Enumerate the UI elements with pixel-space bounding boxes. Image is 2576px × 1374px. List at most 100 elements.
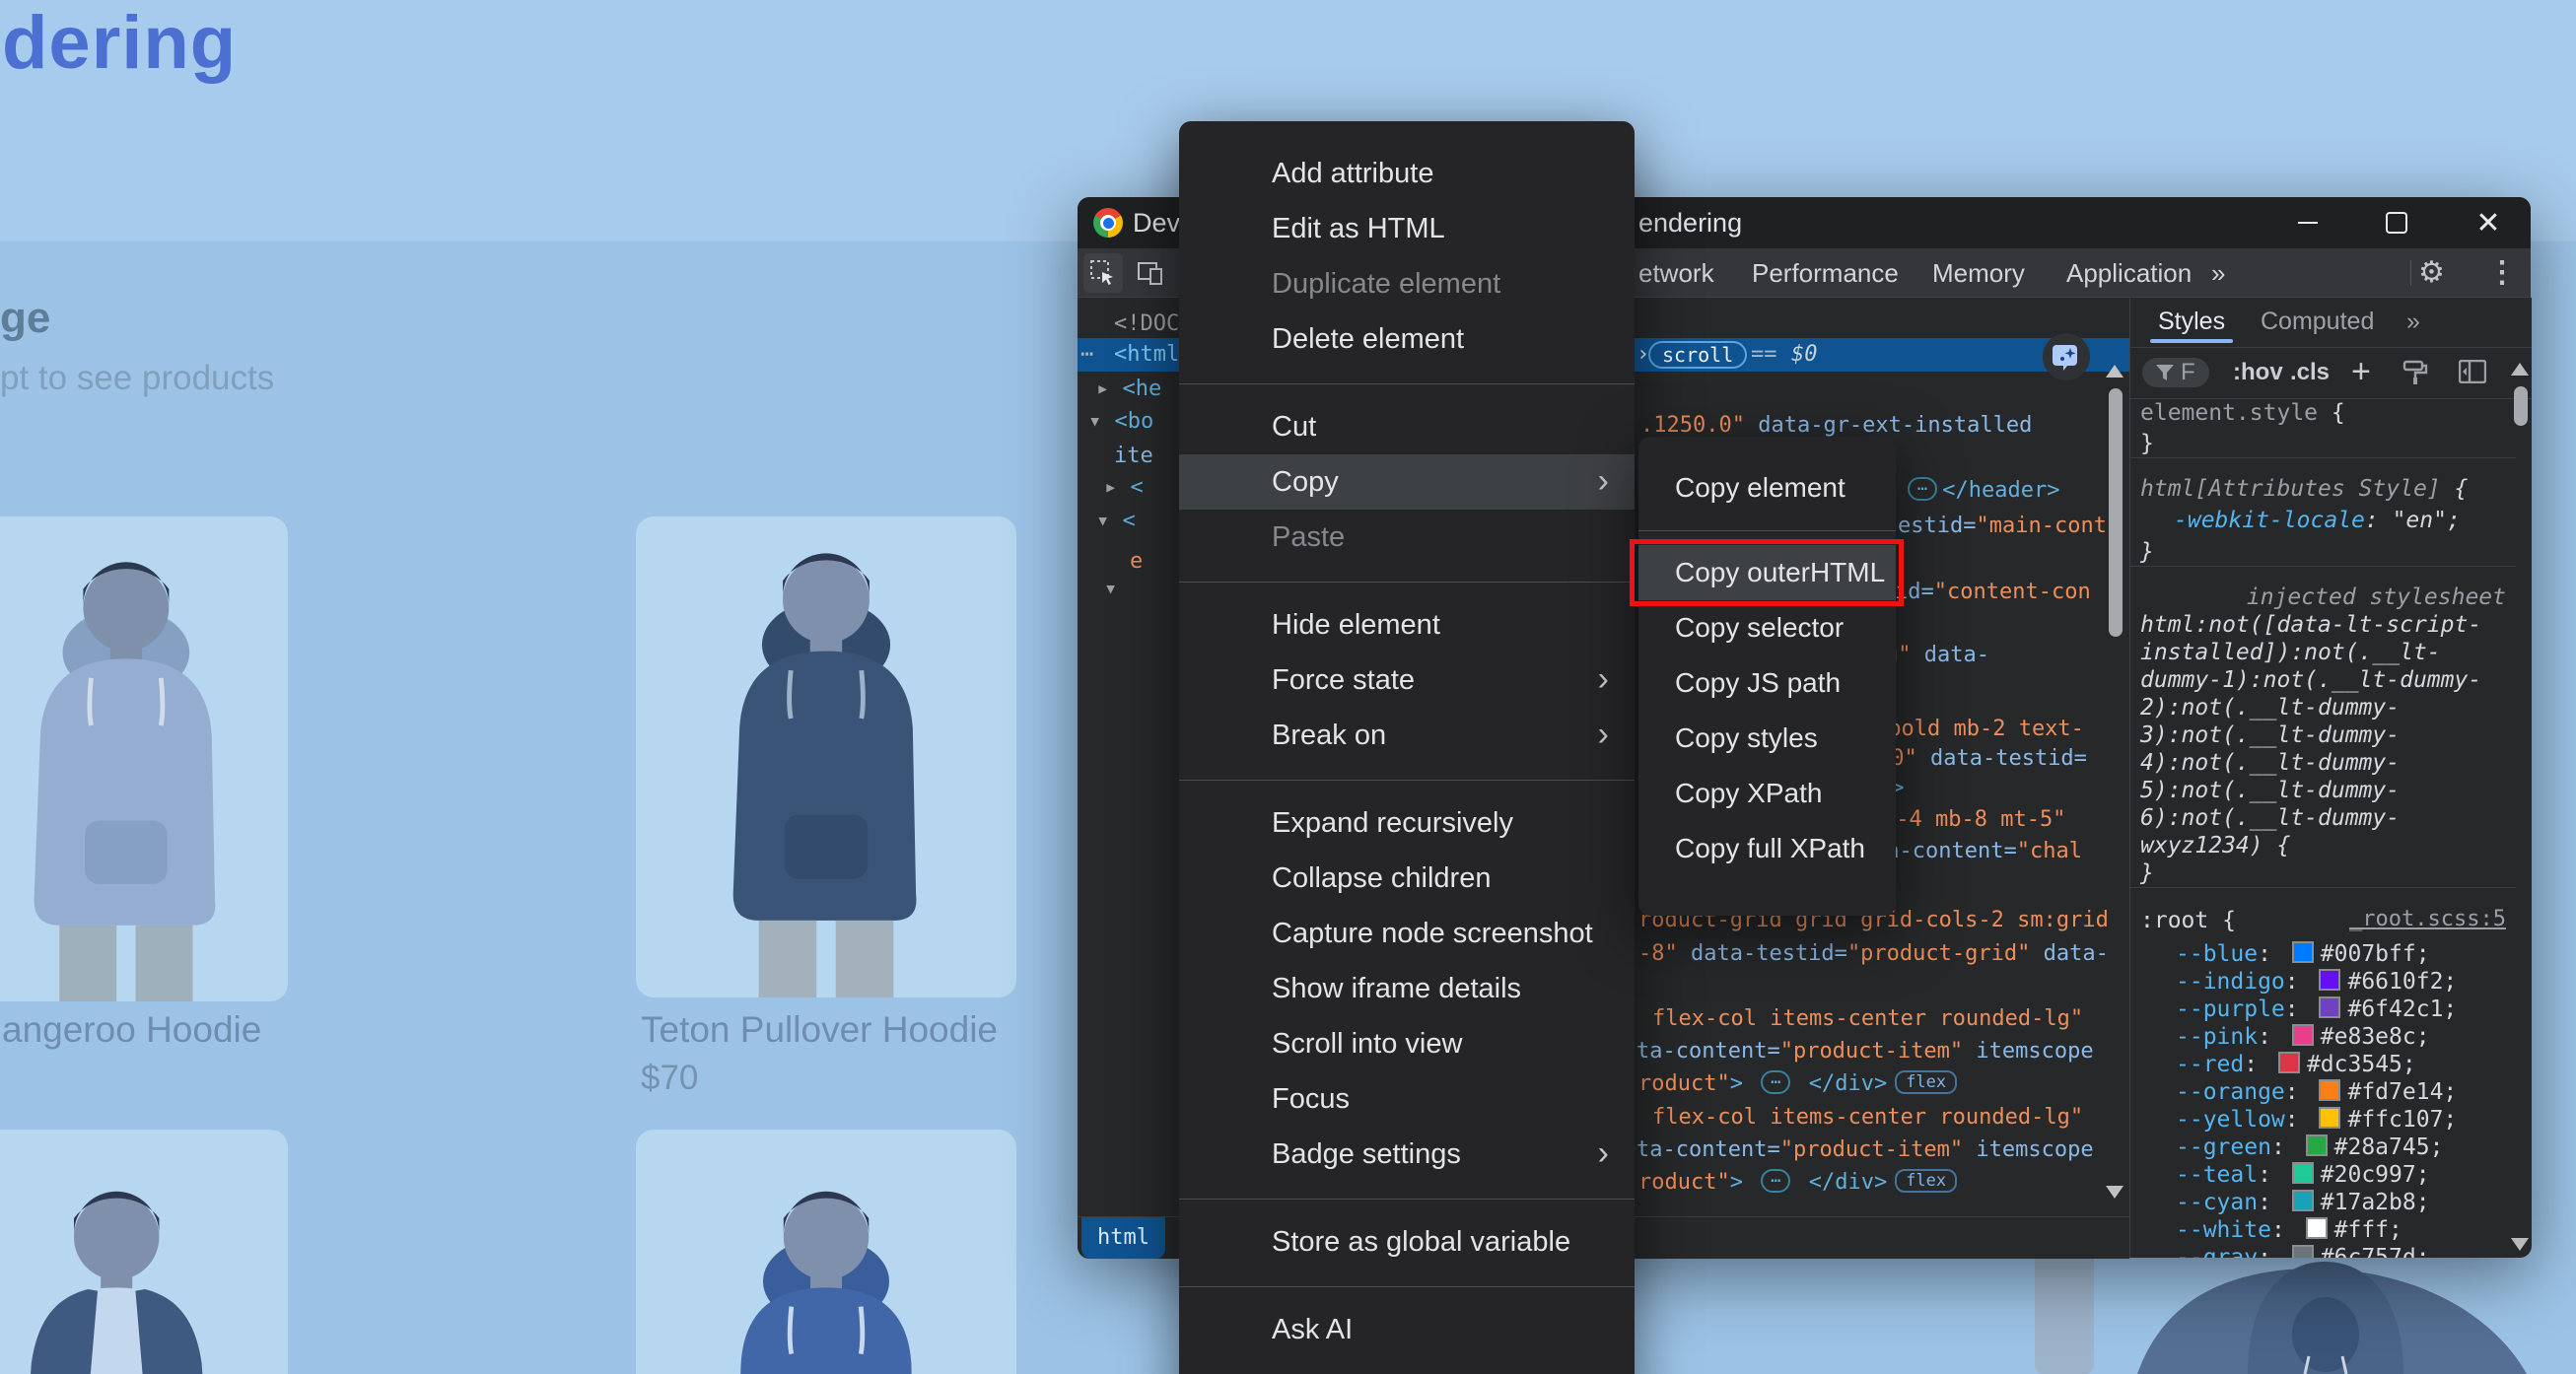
menu-item-delete-element[interactable]: Delete element xyxy=(1179,311,1635,367)
css-variable-line: --purple: #6f42c1; xyxy=(2176,996,2457,1023)
menu-item-scroll-into-view[interactable]: Scroll into view xyxy=(1179,1016,1635,1071)
tab-styles[interactable]: Styles xyxy=(2158,298,2225,345)
color-swatch[interactable] xyxy=(2306,1217,2328,1239)
section-separator xyxy=(2130,566,2516,567)
flex-badge[interactable]: flex xyxy=(1895,1070,1957,1094)
settings-gear-icon[interactable]: ⚙ xyxy=(2418,248,2445,298)
color-swatch[interactable] xyxy=(2319,969,2340,991)
element-classes-button[interactable]: .cls xyxy=(2290,347,2330,398)
product-price: $70 xyxy=(641,1059,698,1098)
menu-item-label: Break on xyxy=(1272,720,1386,751)
scrollbar-thumb[interactable] xyxy=(2109,388,2123,637)
inspect-icon[interactable] xyxy=(1083,253,1123,293)
color-swatch[interactable] xyxy=(2319,1079,2340,1101)
minimize-button[interactable] xyxy=(2288,203,2328,242)
menu-item-collapse-children[interactable]: Collapse children xyxy=(1179,851,1635,906)
menu-item-copy-full-xpath[interactable]: Copy full XPath xyxy=(1638,821,1896,876)
tab-etwork[interactable]: etwork xyxy=(1638,248,1714,298)
product-card[interactable] xyxy=(0,516,288,1001)
menu-item-copy-element[interactable]: Copy element xyxy=(1638,460,1896,515)
window-title-fragment-right: endering xyxy=(1638,197,1742,248)
product-card[interactable] xyxy=(636,516,1016,997)
maximize-button[interactable] xyxy=(2377,203,2416,242)
more-options-icon[interactable]: ⋮ xyxy=(2487,248,2517,298)
menu-item-paste[interactable]: Paste xyxy=(1179,510,1635,565)
code-line: 10" data-testid= xyxy=(1878,742,2087,775)
menu-item-cut[interactable]: Cut xyxy=(1179,399,1635,454)
menu-item-label: Badge settings xyxy=(1272,1138,1461,1170)
menu-item-expand-recursively[interactable]: Expand recursively xyxy=(1179,795,1635,851)
menu-item-focus[interactable]: Focus xyxy=(1179,1071,1635,1127)
menu-item-edit-as-html[interactable]: Edit as HTML xyxy=(1179,201,1635,256)
menu-separator xyxy=(1179,1270,1635,1302)
css-variable-line: --cyan: #17a2b8; xyxy=(2176,1189,2430,1216)
color-swatch[interactable] xyxy=(2306,1134,2328,1156)
menu-item-duplicate-element[interactable]: Duplicate element xyxy=(1179,256,1635,311)
menu-item-label: Duplicate element xyxy=(1272,268,1500,300)
tab-performance[interactable]: Performance xyxy=(1752,248,1899,298)
menu-item-copy-xpath[interactable]: Copy XPath xyxy=(1638,766,1896,821)
color-swatch[interactable] xyxy=(2292,1162,2314,1184)
product-name[interactable]: Teton Pullover Hoodie xyxy=(641,1009,998,1051)
scrollbar-down-arrow[interactable] xyxy=(2511,1238,2529,1251)
tab--[interactable]: » xyxy=(2211,248,2225,298)
scrollbar-down-arrow[interactable] xyxy=(2106,1186,2123,1199)
product-card[interactable] xyxy=(636,1130,1016,1374)
tab--[interactable]: » xyxy=(2406,298,2420,345)
menu-item-add-attribute[interactable]: Add attribute xyxy=(1179,146,1635,201)
menu-item-copy-js-path[interactable]: Copy JS path xyxy=(1638,655,1896,711)
menu-item-force-state[interactable]: Force state› xyxy=(1179,653,1635,708)
product-name[interactable]: angeroo Hoodie xyxy=(2,1009,261,1051)
menu-item-badge-settings[interactable]: Badge settings› xyxy=(1179,1127,1635,1182)
scrollbar-up-arrow[interactable] xyxy=(2511,363,2529,376)
style-rule-line: installed]):not(.__lt- xyxy=(2140,639,2441,666)
product-image-gray-hoodie xyxy=(0,516,288,1001)
toggle-sidebar-icon[interactable] xyxy=(2459,360,2486,388)
css-variable-line: --orange: #fd7e14; xyxy=(2176,1078,2457,1106)
paint-roller-icon[interactable] xyxy=(2402,360,2428,390)
styles-filter-input[interactable]: F xyxy=(2142,358,2209,387)
color-swatch[interactable] xyxy=(2319,1107,2340,1129)
menu-item-copy-selector[interactable]: Copy selector xyxy=(1638,600,1896,655)
tab-computed[interactable]: Computed xyxy=(2261,298,2374,345)
scroll-badge[interactable]: scroll xyxy=(1648,341,1747,369)
device-toolbar-icon[interactable] xyxy=(1131,253,1170,293)
new-style-rule-button[interactable]: + xyxy=(2351,347,2371,396)
scrollbar-thumb[interactable] xyxy=(2514,386,2528,426)
close-button[interactable]: ✕ xyxy=(2469,203,2508,242)
menu-item-break-on[interactable]: Break on› xyxy=(1179,708,1635,763)
inline-expand-button[interactable]: ⋯ xyxy=(1761,1169,1790,1193)
code-line: <!DOC xyxy=(1114,308,1179,340)
color-swatch[interactable] xyxy=(2292,1024,2314,1046)
toggle-element-state-button[interactable]: :hov xyxy=(2233,347,2283,398)
breadcrumb-html[interactable]: html xyxy=(1081,1217,1165,1259)
scrollbar-up-arrow[interactable] xyxy=(2106,365,2123,378)
color-swatch[interactable] xyxy=(2292,1190,2314,1211)
color-swatch[interactable] xyxy=(2319,996,2340,1018)
menu-item-capture-node-screenshot[interactable]: Capture node screenshot xyxy=(1179,906,1635,961)
color-swatch[interactable] xyxy=(2292,941,2314,963)
menu-item-copy-outerhtml[interactable]: Copy outerHTML xyxy=(1638,545,1896,600)
tab-application[interactable]: Application xyxy=(2066,248,2192,298)
product-card[interactable] xyxy=(0,1130,288,1374)
menu-item-label: Expand recursively xyxy=(1272,807,1513,839)
copy-submenu: Copy elementCopy outerHTMLCopy selectorC… xyxy=(1638,437,1896,916)
color-swatch[interactable] xyxy=(2278,1052,2300,1073)
menu-item-hide-element[interactable]: Hide element xyxy=(1179,597,1635,653)
menu-item-store-as-global-variable[interactable]: Store as global variable xyxy=(1179,1214,1635,1270)
stylesheet-source-link[interactable]: _root.scss:5 xyxy=(2349,907,2506,931)
menu-item-label: Force state xyxy=(1272,664,1415,696)
inline-expand-button[interactable]: ⋯ xyxy=(1761,1070,1790,1094)
menu-item-label: Edit as HTML xyxy=(1272,213,1445,244)
ai-assistance-badge[interactable] xyxy=(2043,333,2090,380)
menu-item-copy[interactable]: Copy› xyxy=(1179,454,1635,510)
color-swatch[interactable] xyxy=(2292,1245,2314,1258)
inline-expand-button[interactable]: ⋯ xyxy=(1908,477,1937,501)
flex-badge[interactable]: flex xyxy=(1895,1169,1957,1193)
menu-item-ask-ai[interactable]: Ask AI xyxy=(1179,1302,1635,1357)
style-rule-line: wxyz1234) { xyxy=(2140,832,2290,859)
menu-item-show-iframe-details[interactable]: Show iframe details xyxy=(1179,961,1635,1016)
code-line: ta-content="product-item" itemscope xyxy=(1636,1035,2094,1067)
tab-memory[interactable]: Memory xyxy=(1932,248,2025,298)
menu-item-copy-styles[interactable]: Copy styles xyxy=(1638,711,1896,766)
